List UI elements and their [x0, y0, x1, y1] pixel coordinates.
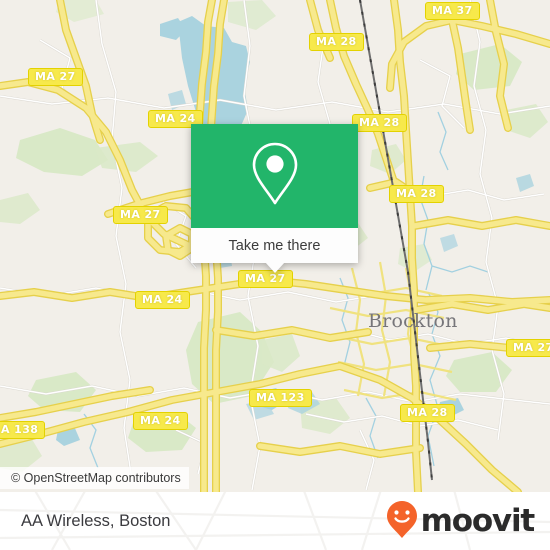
bottom-info-bar: AA Wireless, Boston moovit: [0, 492, 550, 550]
route-shield: MA 27: [506, 339, 550, 357]
route-shield: MA 28: [309, 33, 364, 51]
take-me-there-label[interactable]: Take me there: [191, 228, 358, 263]
moovit-pin-smiley-icon: [385, 499, 419, 544]
route-shield: MA 37: [425, 2, 480, 20]
moovit-map-screen: MA 37 MA 28 MA 27 MA 24 MA 28 MA 28 MA 27 MA 27…: [0, 0, 550, 550]
moovit-wordmark: moovit: [420, 502, 536, 539]
route-shield: MA 24: [135, 291, 190, 309]
route-shield: MA 27: [113, 206, 168, 224]
route-shield: MA 123: [249, 389, 312, 407]
route-shield: MA 28: [389, 185, 444, 203]
route-shield: MA 28: [400, 404, 455, 422]
popup-pointer: [264, 262, 285, 273]
route-shield: A 138: [0, 421, 46, 439]
city-label: Brockton: [368, 310, 458, 332]
take-me-there-popup[interactable]: Take me there: [191, 124, 358, 273]
popup-image-area: [191, 124, 358, 228]
map-pin-icon: [247, 139, 303, 214]
place-name: AA Wireless, Boston: [21, 511, 171, 530]
route-shield: MA 27: [28, 68, 83, 86]
osm-attribution[interactable]: © OpenStreetMap contributors: [0, 467, 189, 489]
moovit-logo[interactable]: moovit: [385, 499, 536, 544]
route-shield: MA 28: [352, 114, 407, 132]
route-shield: MA 24: [133, 412, 188, 430]
